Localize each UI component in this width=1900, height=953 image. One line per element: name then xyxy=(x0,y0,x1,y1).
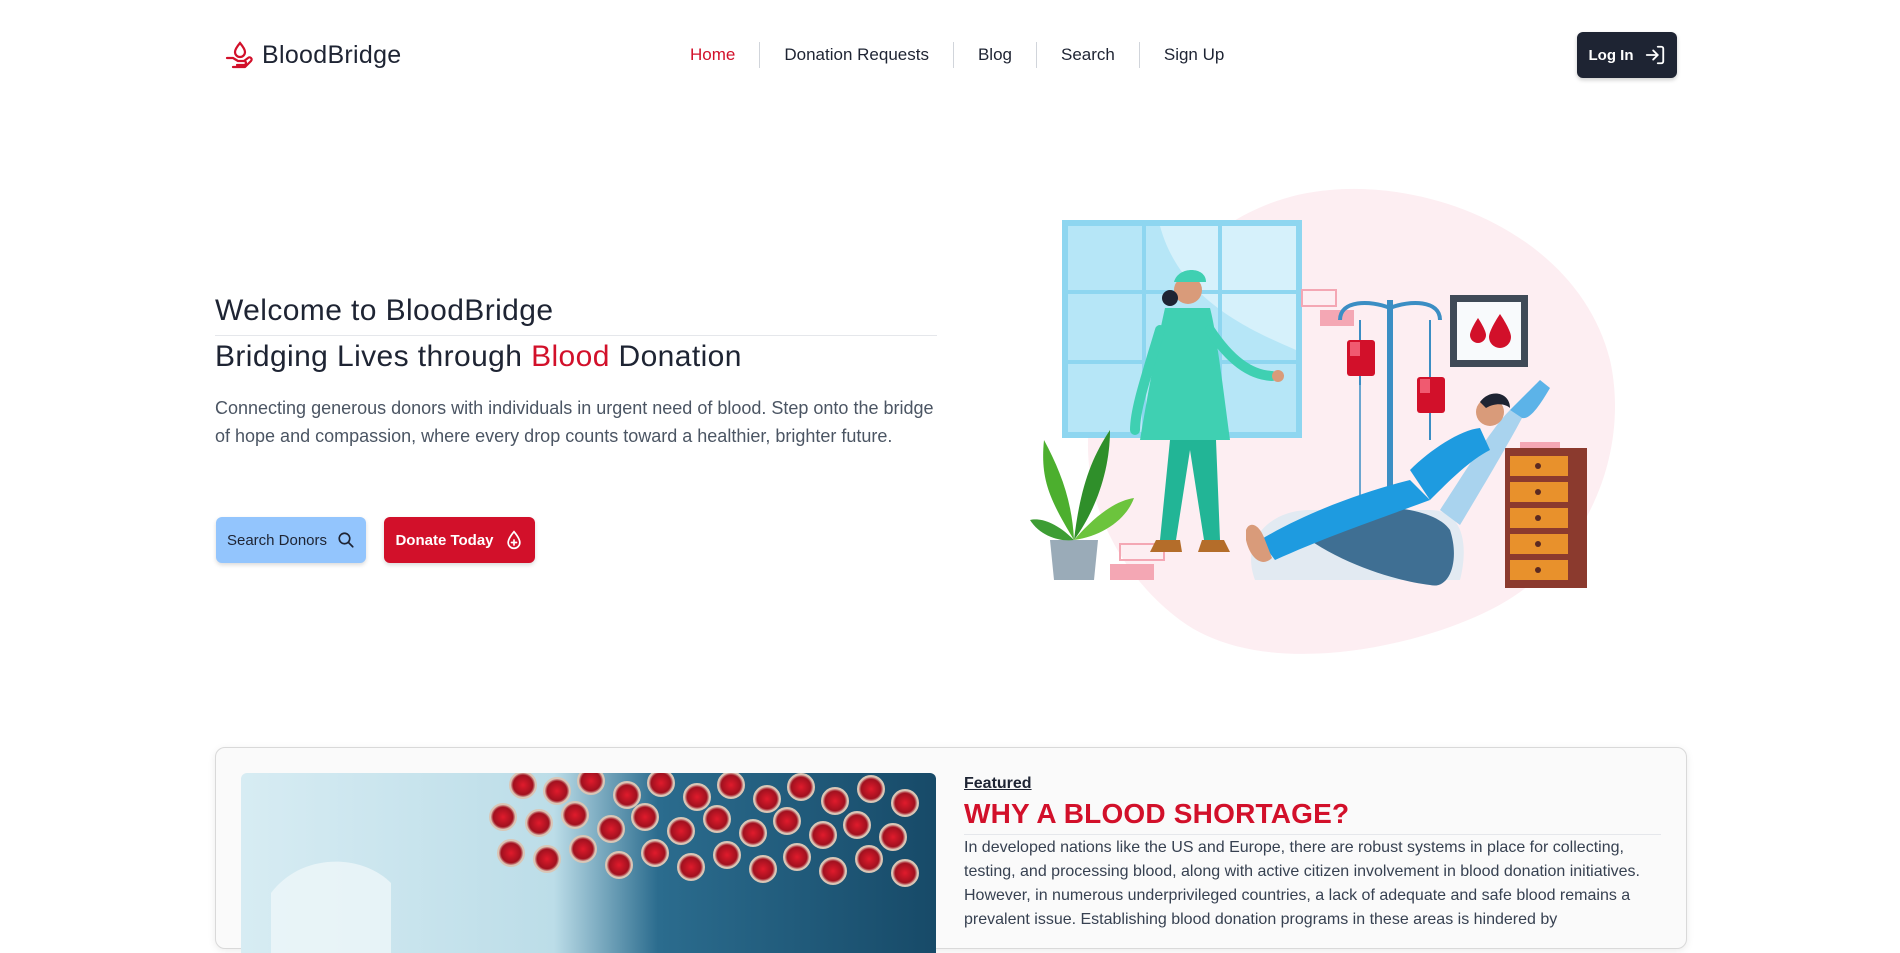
featured-title: WHY A BLOOD SHORTAGE? xyxy=(964,798,1350,829)
brand-logo[interactable]: BloodBridge xyxy=(224,40,402,70)
nav-donation-requests[interactable]: Donation Requests xyxy=(760,42,953,68)
search-icon xyxy=(338,532,354,548)
nav-home[interactable]: Home xyxy=(666,42,759,68)
blood-hand-icon xyxy=(225,41,253,69)
blood-sample-tubes-image xyxy=(241,773,936,953)
blood-donation-illustration xyxy=(1030,188,1615,654)
featured-card: Featured WHY A BLOOD SHORTAGE? In develo… xyxy=(215,747,1687,953)
blood-drop-plus-icon xyxy=(506,530,521,550)
nav-sign-up[interactable]: Sign Up xyxy=(1140,42,1248,68)
search-donors-button[interactable]: Search Donors xyxy=(216,517,366,563)
featured-text: In developed nations like the US and Eur… xyxy=(964,839,1640,928)
hero-divider xyxy=(215,335,937,336)
nav-blog[interactable]: Blog xyxy=(954,42,1036,68)
subtitle-highlight: Blood xyxy=(531,340,610,373)
blood-drop-frame xyxy=(1450,295,1528,367)
donate-today-button[interactable]: Donate Today xyxy=(384,517,535,563)
nav-search[interactable]: Search xyxy=(1037,42,1139,68)
brand-name: BloodBridge xyxy=(262,40,402,69)
search-donors-label: Search Donors xyxy=(226,531,328,549)
login-button[interactable]: Log In xyxy=(1577,32,1677,78)
hero-description: Connecting generous donors with individu… xyxy=(215,398,934,446)
subtitle-post: Donation xyxy=(609,340,742,373)
main-menu: Home Donation Requests Blog Search Sign … xyxy=(666,42,1248,68)
login-icon xyxy=(1645,45,1664,65)
hero-title: Welcome to BloodBridge xyxy=(215,294,554,327)
featured-label: Featured xyxy=(964,775,1032,792)
subtitle-pre: Bridging Lives through xyxy=(215,340,532,373)
drawer-cabinet xyxy=(1505,448,1587,588)
login-label: Log In xyxy=(1588,46,1634,64)
blood-tubes-photo xyxy=(241,773,936,953)
featured-divider xyxy=(964,834,1661,835)
donate-today-label: Donate Today xyxy=(395,531,494,549)
hero-subtitle: Bridging Lives through Blood Donation xyxy=(215,340,742,374)
top-navbar: BloodBridge Home Donation Requests Blog … xyxy=(0,0,1900,110)
